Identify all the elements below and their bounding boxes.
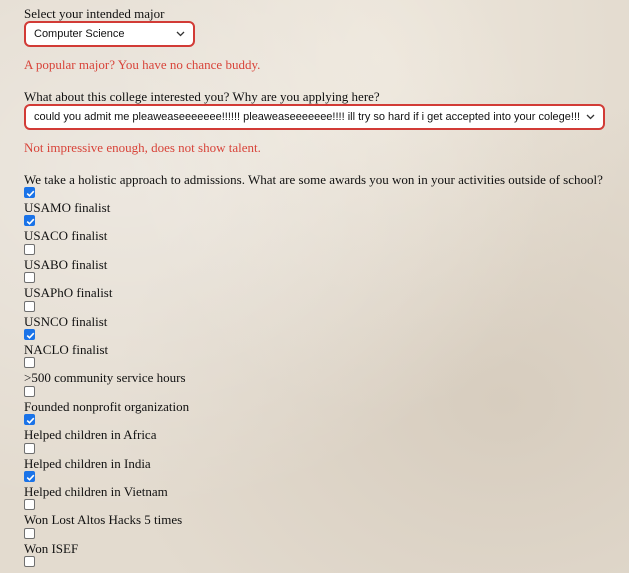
- interest-select-value: could you admit me pleaweaseeeeeee!!!!!!…: [34, 111, 581, 123]
- awards-question: We take a holistic approach to admission…: [24, 172, 603, 187]
- award-label: USNCO finalist: [24, 313, 108, 329]
- award-checkbox[interactable]: [24, 243, 35, 255]
- award-checkbox[interactable]: [24, 442, 35, 454]
- checkmark-icon: [26, 190, 35, 197]
- award-checkbox[interactable]: [24, 527, 35, 539]
- award-checkbox[interactable]: [24, 385, 35, 397]
- chevron-down-icon: [175, 29, 185, 39]
- award-checkbox[interactable]: [24, 414, 35, 426]
- award-checkbox[interactable]: [24, 471, 35, 482]
- checkmark-icon: [26, 417, 35, 425]
- award-label: NACLO finalist: [24, 342, 109, 357]
- award-checkbox[interactable]: [24, 272, 35, 284]
- award-checkbox[interactable]: [24, 215, 35, 227]
- award-checkbox[interactable]: [24, 300, 35, 312]
- interest-error: Not impressive enough, does not show tal…: [24, 140, 261, 155]
- award-label: Helped children in Vietnam: [24, 484, 168, 499]
- major-error: A popular major? You have no chance budd…: [24, 57, 261, 72]
- award-label: Won ISEF: [24, 540, 79, 556]
- chevron-down-icon: [585, 112, 595, 122]
- major-label: Select your intended major: [24, 6, 165, 21]
- major-select[interactable]: Computer Science: [24, 21, 195, 47]
- award-checkbox[interactable]: [24, 357, 35, 369]
- award-checkbox[interactable]: [24, 187, 35, 198]
- award-label: USACO finalist: [24, 228, 108, 244]
- award-label: USAMO finalist: [24, 200, 111, 215]
- award-label: Founded nonprofit organization: [24, 398, 190, 414]
- award-checkbox[interactable]: [24, 329, 35, 340]
- award-label: USABO finalist: [24, 256, 108, 272]
- award-checkbox[interactable]: [24, 556, 35, 568]
- checkmark-icon: [26, 219, 35, 226]
- award-checkbox[interactable]: [24, 499, 35, 511]
- major-select-value: Computer Science: [34, 28, 125, 40]
- interest-label: What about this college interested you? …: [24, 89, 380, 104]
- award-label: Helped children in Africa: [24, 427, 157, 443]
- interest-select[interactable]: could you admit me pleaweaseeeeeee!!!!!!…: [24, 104, 605, 130]
- award-label: Won Lost Altos Hacks 5 times: [24, 512, 183, 528]
- checkmark-icon: [26, 474, 35, 481]
- award-label: USAPhO finalist: [24, 285, 113, 301]
- award-label: >500 community service hours: [24, 370, 186, 386]
- checkmark-icon: [26, 332, 35, 339]
- award-label: Helped children in India: [24, 455, 151, 471]
